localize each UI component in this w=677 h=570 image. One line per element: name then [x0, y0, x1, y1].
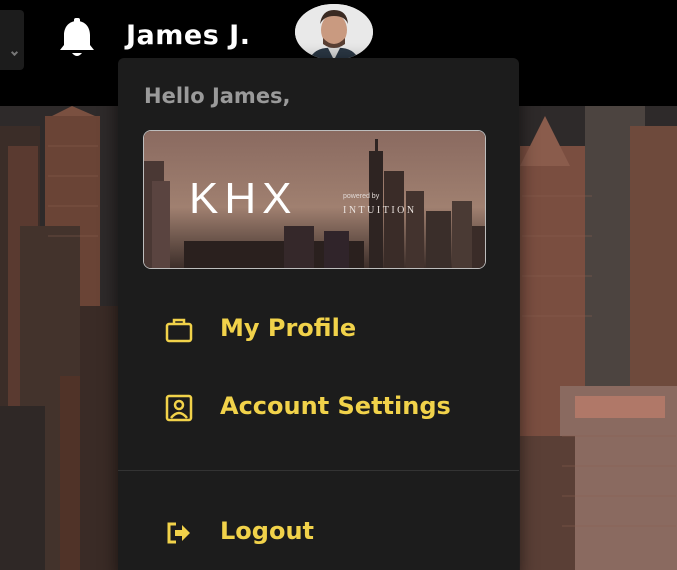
chevron-icon [10, 48, 19, 57]
intuition-brand-text: INTUITION [343, 205, 417, 216]
menu-item-label: My Profile [220, 314, 357, 342]
menu-item-logout[interactable]: Logout [118, 507, 519, 559]
powered-by-text: powered by [343, 193, 380, 200]
greeting-text: Hello James, [144, 84, 291, 108]
menu-item-my-profile[interactable]: My Profile [118, 304, 519, 356]
menu-item-label: Logout [220, 517, 315, 545]
user-dropdown-menu: Hello James, KHX powered by INTUITION My… [118, 58, 519, 570]
menu-item-account-settings[interactable]: Account Settings [118, 382, 519, 434]
contact-card-icon [165, 394, 193, 422]
sidebar-toggle[interactable] [0, 10, 24, 70]
menu-divider [118, 470, 519, 471]
avatar-photo [295, 4, 373, 60]
bell-icon[interactable] [55, 17, 99, 61]
briefcase-icon [165, 318, 193, 343]
khx-logo: KHX [189, 174, 298, 223]
user-name[interactable]: James J. [126, 20, 251, 51]
user-avatar[interactable] [295, 4, 373, 60]
sign-out-icon [167, 522, 190, 544]
brand-banner: KHX powered by INTUITION [143, 130, 486, 269]
menu-item-label: Account Settings [220, 392, 451, 420]
